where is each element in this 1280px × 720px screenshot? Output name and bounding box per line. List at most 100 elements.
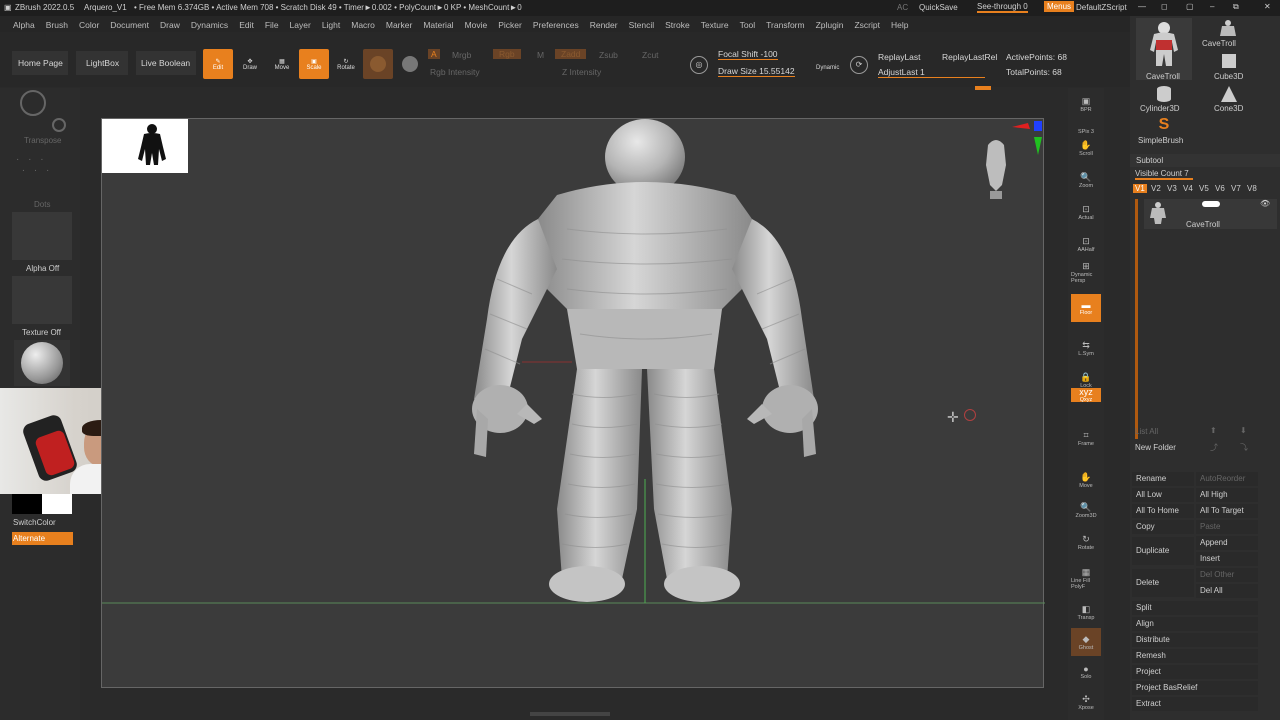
menu-texture[interactable]: Texture [701, 20, 729, 30]
shelf-ghost-button[interactable]: ◆ Ghost [1071, 628, 1101, 656]
fullscreen-icon[interactable]: ▢ [1186, 2, 1194, 11]
restore-icon[interactable]: ◻ [1161, 2, 1168, 11]
a-toggle[interactable]: A [428, 49, 440, 59]
subtool-header[interactable]: Subtool [1130, 154, 1280, 167]
visible-count-slider[interactable]: Visible Count 7 [1135, 169, 1193, 180]
shelf-floor-button[interactable]: ▬ Floor [1071, 294, 1101, 322]
version-tab-v2[interactable]: V2 [1149, 184, 1163, 193]
menu-document[interactable]: Document [110, 20, 149, 30]
menu-macro[interactable]: Macro [351, 20, 375, 30]
autoreorder-button[interactable]: AutoReorder [1196, 472, 1258, 486]
version-tab-v1[interactable]: V1 [1133, 184, 1147, 193]
project-button[interactable]: Project [1132, 665, 1258, 679]
all-low-button[interactable]: All Low [1132, 488, 1194, 502]
shelf-solo-button[interactable]: ● Solo [1071, 658, 1101, 686]
project-basrelief-button[interactable]: Project BasRelief [1132, 681, 1258, 695]
menu-draw[interactable]: Draw [160, 20, 180, 30]
tool-thumb-cube3d[interactable]: Cube3D [1198, 52, 1260, 82]
shelf-qxyz-button[interactable]: xyz Qxyz [1071, 387, 1101, 403]
remesh-button[interactable]: Remesh [1132, 649, 1258, 663]
draw-size-slider[interactable]: Draw Size 15.55142 [718, 66, 795, 77]
shelf-actual-button[interactable]: ⊡ Actual [1071, 198, 1101, 226]
all-to-target-button[interactable]: All To Target [1196, 504, 1258, 518]
edit-button[interactable]: ✎ Edit [203, 49, 233, 79]
draw-button[interactable]: ✥ Draw [235, 49, 265, 79]
menu-movie[interactable]: Movie [465, 20, 488, 30]
shelf-rotate-button[interactable]: ↻ Rotate [1071, 528, 1101, 556]
menus-button[interactable]: Menus [1044, 1, 1075, 12]
menu-dynamics[interactable]: Dynamics [191, 20, 228, 30]
menu-zscript[interactable]: Zscript [854, 20, 880, 30]
menu-render[interactable]: Render [590, 20, 618, 30]
insert-button[interactable]: Insert [1196, 552, 1258, 566]
axis-gizmo-icon[interactable] [1008, 119, 1044, 157]
shelf-frame-button[interactable]: ⌗ Frame [1071, 424, 1101, 452]
replay-icon[interactable]: ⟳ [850, 56, 868, 74]
shelf-zoom3d-button[interactable]: 🔍 Zoom3D [1071, 496, 1101, 524]
mrgb-toggle[interactable]: Mrgb [452, 50, 471, 60]
color-swatch[interactable] [395, 49, 425, 79]
timeline-marker[interactable] [975, 86, 991, 90]
shelf-xpose-button[interactable]: ✣ Xpose [1071, 688, 1101, 716]
material-preview[interactable] [14, 340, 70, 386]
move-button[interactable]: ▦ Move [267, 49, 297, 79]
rename-button[interactable]: Rename [1132, 472, 1194, 486]
folder-up-icon[interactable]: ⤴ [1210, 442, 1218, 453]
replay-last-rel-button[interactable]: ReplayLastRel [942, 52, 997, 62]
shelf-bpr-button[interactable]: ▣ BPR [1071, 90, 1101, 118]
close-icon[interactable]: ✕ [1264, 2, 1271, 11]
menu-file[interactable]: File [265, 20, 279, 30]
material-swatch[interactable] [363, 49, 393, 79]
version-tab-v4[interactable]: V4 [1181, 184, 1195, 193]
del-other-button[interactable]: Del Other [1196, 568, 1258, 582]
extract-button[interactable]: Extract [1132, 697, 1258, 711]
seethrough-slider[interactable]: See-through 0 [977, 2, 1028, 13]
menu-stencil[interactable]: Stencil [629, 20, 655, 30]
maximize-window-icon[interactable]: ⧉ [1233, 2, 1239, 12]
minimize-window-icon[interactable]: – [1210, 2, 1214, 11]
paste-button[interactable]: Paste [1196, 520, 1258, 534]
transpose-gizmo-icon[interactable] [20, 90, 46, 116]
del-all-button[interactable]: Del All [1196, 584, 1258, 598]
troll-model[interactable] [82, 119, 1062, 689]
z-intensity-slider[interactable]: Z Intensity [562, 67, 601, 77]
dots-stroke-icon[interactable]: · · · · · · [16, 154, 68, 194]
home-page-button[interactable]: Home Page [12, 51, 68, 75]
append-button[interactable]: Append [1196, 536, 1258, 550]
menu-light[interactable]: Light [322, 20, 340, 30]
dynamic-toggle[interactable]: Dynamic [816, 65, 839, 71]
menu-stroke[interactable]: Stroke [665, 20, 690, 30]
live-boolean-button[interactable]: Live Boolean [136, 51, 196, 75]
canvas-viewport[interactable]: ✛ [82, 118, 1062, 689]
menu-brush[interactable]: Brush [46, 20, 68, 30]
menu-picker[interactable]: Picker [498, 20, 522, 30]
zsub-toggle[interactable]: Zsub [599, 50, 618, 60]
tool-thumb-cavetroll[interactable]: CaveTroll [1136, 18, 1192, 81]
duplicate-button[interactable]: Duplicate [1132, 537, 1194, 565]
shelf-scroll-button[interactable]: ✋ Scroll [1071, 134, 1101, 162]
menu-preferences[interactable]: Preferences [533, 20, 579, 30]
rgb-intensity-slider[interactable]: Rgb Intensity [430, 67, 480, 77]
version-tab-v3[interactable]: V3 [1165, 184, 1179, 193]
menu-tool[interactable]: Tool [740, 20, 756, 30]
scale-button[interactable]: ▣ Scale [299, 49, 329, 79]
menu-material[interactable]: Material [423, 20, 453, 30]
menu-marker[interactable]: Marker [386, 20, 412, 30]
alpha-swatch[interactable] [12, 212, 72, 260]
split-button[interactable]: Split [1132, 601, 1258, 615]
menu-help[interactable]: Help [891, 20, 908, 30]
shelf-l-sym-button[interactable]: ⇆ L.Sym [1071, 334, 1101, 362]
menu-alpha[interactable]: Alpha [13, 20, 35, 30]
tool-thumb-cavetroll-small[interactable]: CaveTroll [1198, 18, 1260, 48]
subtool-scrollbar[interactable] [1135, 199, 1138, 439]
brush-adjust-icon[interactable]: ◎ [690, 56, 708, 74]
tool-thumb-cylinder3d[interactable]: Cylinder3D [1136, 84, 1192, 114]
version-tab-v7[interactable]: V7 [1229, 184, 1243, 193]
menu-transform[interactable]: Transform [766, 20, 804, 30]
version-tab-v5[interactable]: V5 [1197, 184, 1211, 193]
version-tab-v6[interactable]: V6 [1213, 184, 1227, 193]
focal-shift-slider[interactable]: Focal Shift -100 [718, 49, 778, 60]
menu-layer[interactable]: Layer [290, 20, 311, 30]
shelf-line-fill-polyf-button[interactable]: ▦ Line Fill PolyF [1071, 564, 1101, 592]
list-all-button[interactable]: List All [1135, 427, 1158, 436]
